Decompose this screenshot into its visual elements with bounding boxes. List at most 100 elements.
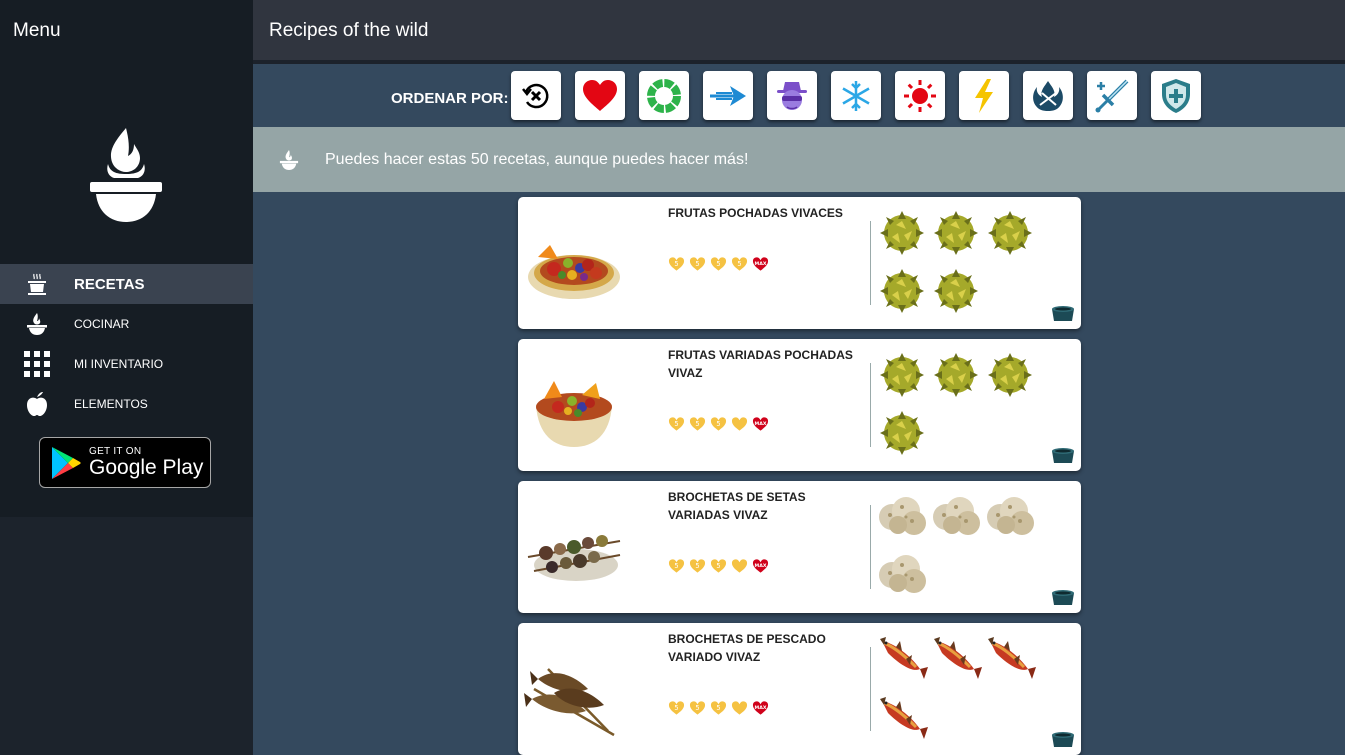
snowflake-icon [842, 80, 870, 111]
hearts-row: 5 5 5 MAX [668, 416, 769, 432]
dish-image [524, 213, 624, 313]
badge-big-text: Google Play [89, 456, 204, 479]
recipe-card[interactable]: FRUTAS POCHADAS VIVACES 5 5 5 5 MAX [518, 197, 1081, 329]
sort-label: ORDENAR POR: [391, 90, 509, 107]
svg-text:5: 5 [695, 562, 699, 570]
gold-heart-icon: 5 [668, 559, 685, 573]
fish-icon [984, 633, 1036, 683]
durian-icon [878, 267, 928, 317]
cooking-pot-icon [1052, 590, 1074, 605]
durian-icon [878, 351, 928, 401]
hearts-row: 5 5 5 MAX [668, 558, 769, 574]
banner-text: Puedes hacer estas 50 recetas, aunque pu… [325, 151, 749, 168]
shield-icon [1162, 78, 1190, 113]
cooking-pot-icon [1052, 448, 1074, 463]
page-title: Recipes of the wild [269, 20, 429, 41]
sun-icon [904, 79, 936, 112]
gold-heart-icon [731, 701, 748, 715]
durian-icon [932, 351, 982, 401]
sort-speed-button[interactable] [703, 71, 753, 120]
gold-heart-icon: 5 [668, 701, 685, 715]
cooking-pot-icon [1052, 732, 1074, 747]
recipe-card[interactable]: BROCHETAS DE PESCADO VARIADO VIVAZ 5 5 5… [518, 623, 1081, 755]
svg-text:5: 5 [716, 260, 720, 268]
fish-icon [876, 633, 928, 683]
pot-icon [0, 272, 74, 296]
svg-text:MAX: MAX [755, 421, 767, 427]
recipe-name: FRUTAS POCHADAS VIVACES [668, 206, 843, 220]
recipe-name: BROCHETAS DE PESCADO VARIADO VIVAZ [668, 632, 826, 664]
truffle-icon [930, 493, 980, 543]
svg-text:5: 5 [674, 260, 678, 268]
max-heart-icon: MAX [752, 257, 769, 271]
sort-shock-button[interactable] [959, 71, 1009, 120]
gold-heart-icon: 5 [668, 257, 685, 271]
gold-heart-icon: 5 [689, 257, 706, 271]
svg-text:5: 5 [716, 420, 720, 428]
sort-reset-button[interactable] [511, 71, 561, 120]
sort-hearts-button[interactable] [575, 71, 625, 120]
sort-defense-button[interactable] [1151, 71, 1201, 120]
max-heart-icon: MAX [752, 559, 769, 573]
durian-icon [986, 351, 1036, 401]
durian-icon [878, 209, 928, 259]
max-heart-icon: MAX [752, 701, 769, 715]
gold-heart-icon [731, 417, 748, 431]
nav-item-elementos[interactable]: ELEMENTOS [0, 384, 253, 424]
card-divider [870, 363, 871, 447]
google-play-icon [52, 446, 81, 479]
truffle-icon [984, 493, 1034, 543]
durian-icon [932, 209, 982, 259]
nav-item-recetas[interactable]: RECETAS [0, 264, 253, 304]
header: Recipes of the wild [253, 0, 1345, 64]
card-divider [870, 505, 871, 589]
google-play-badge[interactable]: GET IT ON Google Play [39, 437, 211, 488]
svg-text:5: 5 [695, 420, 699, 428]
svg-text:MAX: MAX [755, 261, 767, 267]
recipe-card[interactable]: BROCHETAS DE SETAS VARIADAS VIVAZ 5 5 5 … [518, 481, 1081, 613]
max-heart-icon: MAX [752, 417, 769, 431]
card-divider [870, 221, 871, 305]
gold-heart-icon: 5 [689, 701, 706, 715]
sort-heat-button[interactable] [895, 71, 945, 120]
recipe-card[interactable]: FRUTAS VARIADAS POCHADAS VIVAZ 5 5 5 MAX [518, 339, 1081, 471]
sort-bar: ORDENAR POR: [253, 68, 1345, 127]
gold-heart-icon: 5 [710, 417, 727, 431]
grid-icon [0, 351, 74, 377]
dish-image [524, 639, 624, 739]
sort-stealth-button[interactable] [767, 71, 817, 120]
dish-image [524, 497, 624, 597]
sidebar: Menu RECETAS COCINAR MI INVENTARIO ELEME… [0, 0, 253, 755]
svg-text:5: 5 [716, 562, 720, 570]
recipe-name: FRUTAS VARIADAS POCHADAS VIVAZ [668, 348, 853, 380]
nav-label: MI INVENTARIO [74, 357, 164, 371]
durian-icon [932, 267, 982, 317]
lightning-icon [975, 78, 993, 113]
truffle-icon [876, 551, 926, 601]
sort-attack-button[interactable] [1087, 71, 1137, 120]
nav-label: ELEMENTOS [74, 397, 148, 411]
gold-heart-icon: 5 [731, 257, 748, 271]
card-divider [870, 647, 871, 731]
flame-bowl-icon [279, 150, 299, 170]
gold-heart-icon [731, 559, 748, 573]
fish-icon [930, 633, 982, 683]
svg-text:5: 5 [674, 704, 678, 712]
sort-flame-guard-button[interactable] [1023, 71, 1073, 120]
durian-icon [878, 409, 928, 459]
sort-stamina-button[interactable] [639, 71, 689, 120]
gold-heart-icon: 5 [710, 257, 727, 271]
hearts-row: 5 5 5 MAX [668, 700, 769, 716]
truffle-icon [876, 493, 926, 543]
svg-text:5: 5 [737, 260, 741, 268]
menu-title: Menu [13, 20, 61, 41]
gold-heart-icon: 5 [710, 701, 727, 715]
nav-item-cocinar[interactable]: COCINAR [0, 304, 253, 344]
nav-item-mi-inventario[interactable]: MI INVENTARIO [0, 344, 253, 384]
flame-guard-icon [1033, 80, 1063, 111]
nav-label: RECETAS [74, 275, 145, 293]
sort-cold-button[interactable] [831, 71, 881, 120]
flame-bowl-icon [0, 312, 74, 336]
gold-heart-icon: 5 [689, 417, 706, 431]
stamina-wheel-icon [647, 78, 681, 113]
